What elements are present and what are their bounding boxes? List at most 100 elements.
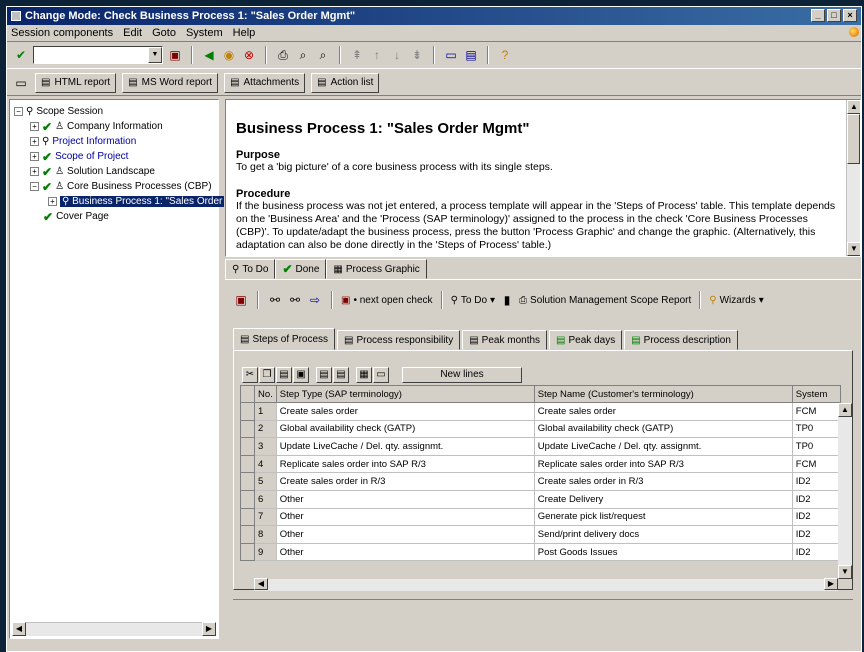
collapse-icon[interactable]: − (14, 107, 23, 116)
scope-report-button[interactable]: ⎙ Solution Management Scope Report (519, 295, 691, 306)
tree-item-cover-page[interactable]: ✔ Cover Page (43, 209, 109, 224)
last-page-icon[interactable]: ⇟ (409, 47, 425, 63)
tab-process-description[interactable]: ▤ Process description (624, 330, 738, 350)
paste-icon[interactable]: ▤ (276, 367, 292, 383)
scroll-left-icon[interactable]: ◀ (254, 578, 268, 590)
cancel-icon[interactable]: ⊗ (241, 47, 257, 63)
tree-item-company-information[interactable]: + ✔ ♙ Company Information (30, 119, 163, 134)
menu-system[interactable]: System (186, 27, 223, 39)
next-page-icon[interactable]: ↓ (389, 47, 405, 63)
screen-icon[interactable]: ▭ (13, 75, 29, 91)
enter-icon[interactable]: ✔ (13, 47, 29, 63)
menu-edit[interactable]: Edit (123, 27, 142, 39)
cut-icon[interactable]: ✂ (242, 367, 258, 383)
tab-peak-days[interactable]: ▤ Peak days (549, 330, 623, 350)
tree-item-core-business-processes[interactable]: − ✔ ♙ Core Business Processes (CBP) (30, 179, 212, 194)
tree-item-solution-landscape[interactable]: + ✔ ♙ Solution Landscape (30, 164, 155, 179)
scroll-up-icon[interactable]: ▲ (847, 100, 860, 114)
row-selector[interactable] (240, 542, 255, 562)
action-list-button[interactable]: ▤ Action list (311, 72, 380, 93)
tab-done[interactable]: ✔ Done (275, 259, 327, 279)
sap-status-icon (849, 27, 859, 37)
attachments-button[interactable]: ▤ Attachments (224, 72, 306, 93)
print-icon[interactable]: ⎙ (275, 47, 291, 63)
select-all-cell[interactable] (240, 385, 255, 403)
close-button[interactable]: × (843, 9, 857, 22)
copy-icon[interactable]: ❐ (259, 367, 275, 383)
details-icon[interactable]: ▮ (499, 292, 515, 308)
column-header-step-name[interactable]: Step Name (Customer's terminology) (533, 385, 793, 403)
connect-icon[interactable]: ⚯ (287, 292, 303, 308)
previous-page-icon[interactable]: ↑ (369, 47, 385, 63)
word-report-button[interactable]: ▤ MS Word report (122, 72, 219, 93)
find-icon[interactable]: ⌕ (295, 47, 311, 63)
row-selector[interactable] (240, 402, 255, 421)
next-open-check-button[interactable]: ▣ • next open check (341, 295, 433, 306)
scroll-thumb[interactable] (847, 114, 860, 164)
scroll-down-icon[interactable]: ▼ (838, 565, 852, 579)
column-header-step-type[interactable]: Step Type (SAP terminology) (275, 385, 535, 403)
tree-item-scope-session[interactable]: − ⚲ Scope Session (14, 104, 103, 119)
tab-peak-months[interactable]: ▤ Peak months (462, 330, 548, 350)
maximize-button[interactable]: □ (827, 9, 841, 22)
expand-icon[interactable]: + (30, 167, 39, 176)
row-selector[interactable] (240, 419, 255, 439)
save-icon[interactable]: ▣ (233, 292, 249, 308)
command-dropdown-icon[interactable]: ▼ (148, 47, 162, 63)
wizards-dropdown-button[interactable]: ⚲ Wizards ▾ (709, 295, 763, 306)
minimize-button[interactable]: _ (811, 9, 825, 22)
expand-icon[interactable]: + (30, 122, 39, 131)
scroll-right-icon[interactable]: ▶ (824, 578, 838, 590)
expand-icon[interactable]: + (30, 137, 39, 146)
scroll-up-icon[interactable]: ▲ (838, 403, 852, 417)
tree-item-business-process-1[interactable]: + ⚲ Business Process 1: "Sales Order (48, 194, 225, 209)
row-selector[interactable] (240, 489, 255, 509)
select-all-icon[interactable]: ▦ (356, 367, 372, 383)
row-selector[interactable] (240, 525, 255, 544)
help-icon[interactable]: ? (497, 47, 513, 63)
arrow-right-icon[interactable]: ⇨ (307, 292, 323, 308)
command-field[interactable]: ▼ (33, 46, 163, 64)
insert-row-icon[interactable]: ▤ (316, 367, 332, 383)
save-icon[interactable]: ▣ (167, 47, 183, 63)
collapse-icon[interactable]: − (30, 182, 39, 191)
scroll-left-icon[interactable]: ◀ (12, 622, 26, 636)
menu-help[interactable]: Help (233, 27, 256, 39)
expand-icon[interactable]: + (30, 152, 39, 161)
find-next-icon[interactable]: ⌕ (315, 47, 331, 63)
back-icon[interactable]: ◀ (201, 47, 217, 63)
paste-new-icon[interactable]: ▣ (293, 367, 309, 383)
table-row: 7 Other Generate pick list/request ID2 (240, 507, 841, 527)
tab-steps-of-process[interactable]: ▤ Steps of Process (233, 328, 336, 350)
tab-process-graphic[interactable]: ▦ Process Graphic (326, 259, 427, 279)
tab-todo[interactable]: ⚲ To Do (225, 259, 276, 279)
scroll-right-icon[interactable]: ▶ (202, 622, 216, 636)
first-page-icon[interactable]: ⇞ (349, 47, 365, 63)
column-header-system[interactable]: System (791, 385, 841, 403)
description-scrollbar[interactable]: ▲ ▼ (846, 100, 860, 256)
new-lines-button[interactable]: New lines (402, 367, 522, 383)
exit-icon[interactable]: ◉ (221, 47, 237, 63)
grid-horizontal-scrollbar[interactable]: ◀ ▶ (254, 578, 838, 591)
tree-horizontal-scrollbar[interactable]: ◀ ▶ (12, 622, 216, 636)
todo-dropdown-button[interactable]: ⚲ To Do ▾ (451, 295, 495, 306)
row-selector[interactable] (240, 472, 255, 491)
scroll-down-icon[interactable]: ▼ (847, 242, 860, 256)
tree-item-project-information[interactable]: + ⚲ Project Information (30, 134, 136, 149)
tab-process-responsibility[interactable]: ▤ Process responsibility (337, 330, 461, 350)
html-report-button[interactable]: ▤ HTML report (35, 72, 117, 93)
menu-goto[interactable]: Goto (152, 27, 176, 39)
new-session-icon[interactable]: ▭ (443, 47, 459, 63)
row-selector[interactable] (240, 454, 255, 474)
deselect-all-icon[interactable]: ▭ (373, 367, 389, 383)
menu-session-components[interactable]: Session components (11, 27, 113, 39)
shortcut-icon[interactable]: ▤ (463, 47, 479, 63)
row-selector[interactable] (240, 507, 255, 527)
row-selector[interactable] (240, 437, 255, 456)
link-icon[interactable]: ⚯ (267, 292, 283, 308)
tree-item-scope-of-project[interactable]: + ✔ Scope of Project (30, 149, 128, 164)
delete-row-icon[interactable]: ▤ (333, 367, 349, 383)
grid-vertical-scrollbar[interactable]: ▲ ▼ (838, 403, 852, 579)
column-header-no[interactable]: No. (254, 385, 277, 403)
expand-icon[interactable]: + (48, 197, 57, 206)
